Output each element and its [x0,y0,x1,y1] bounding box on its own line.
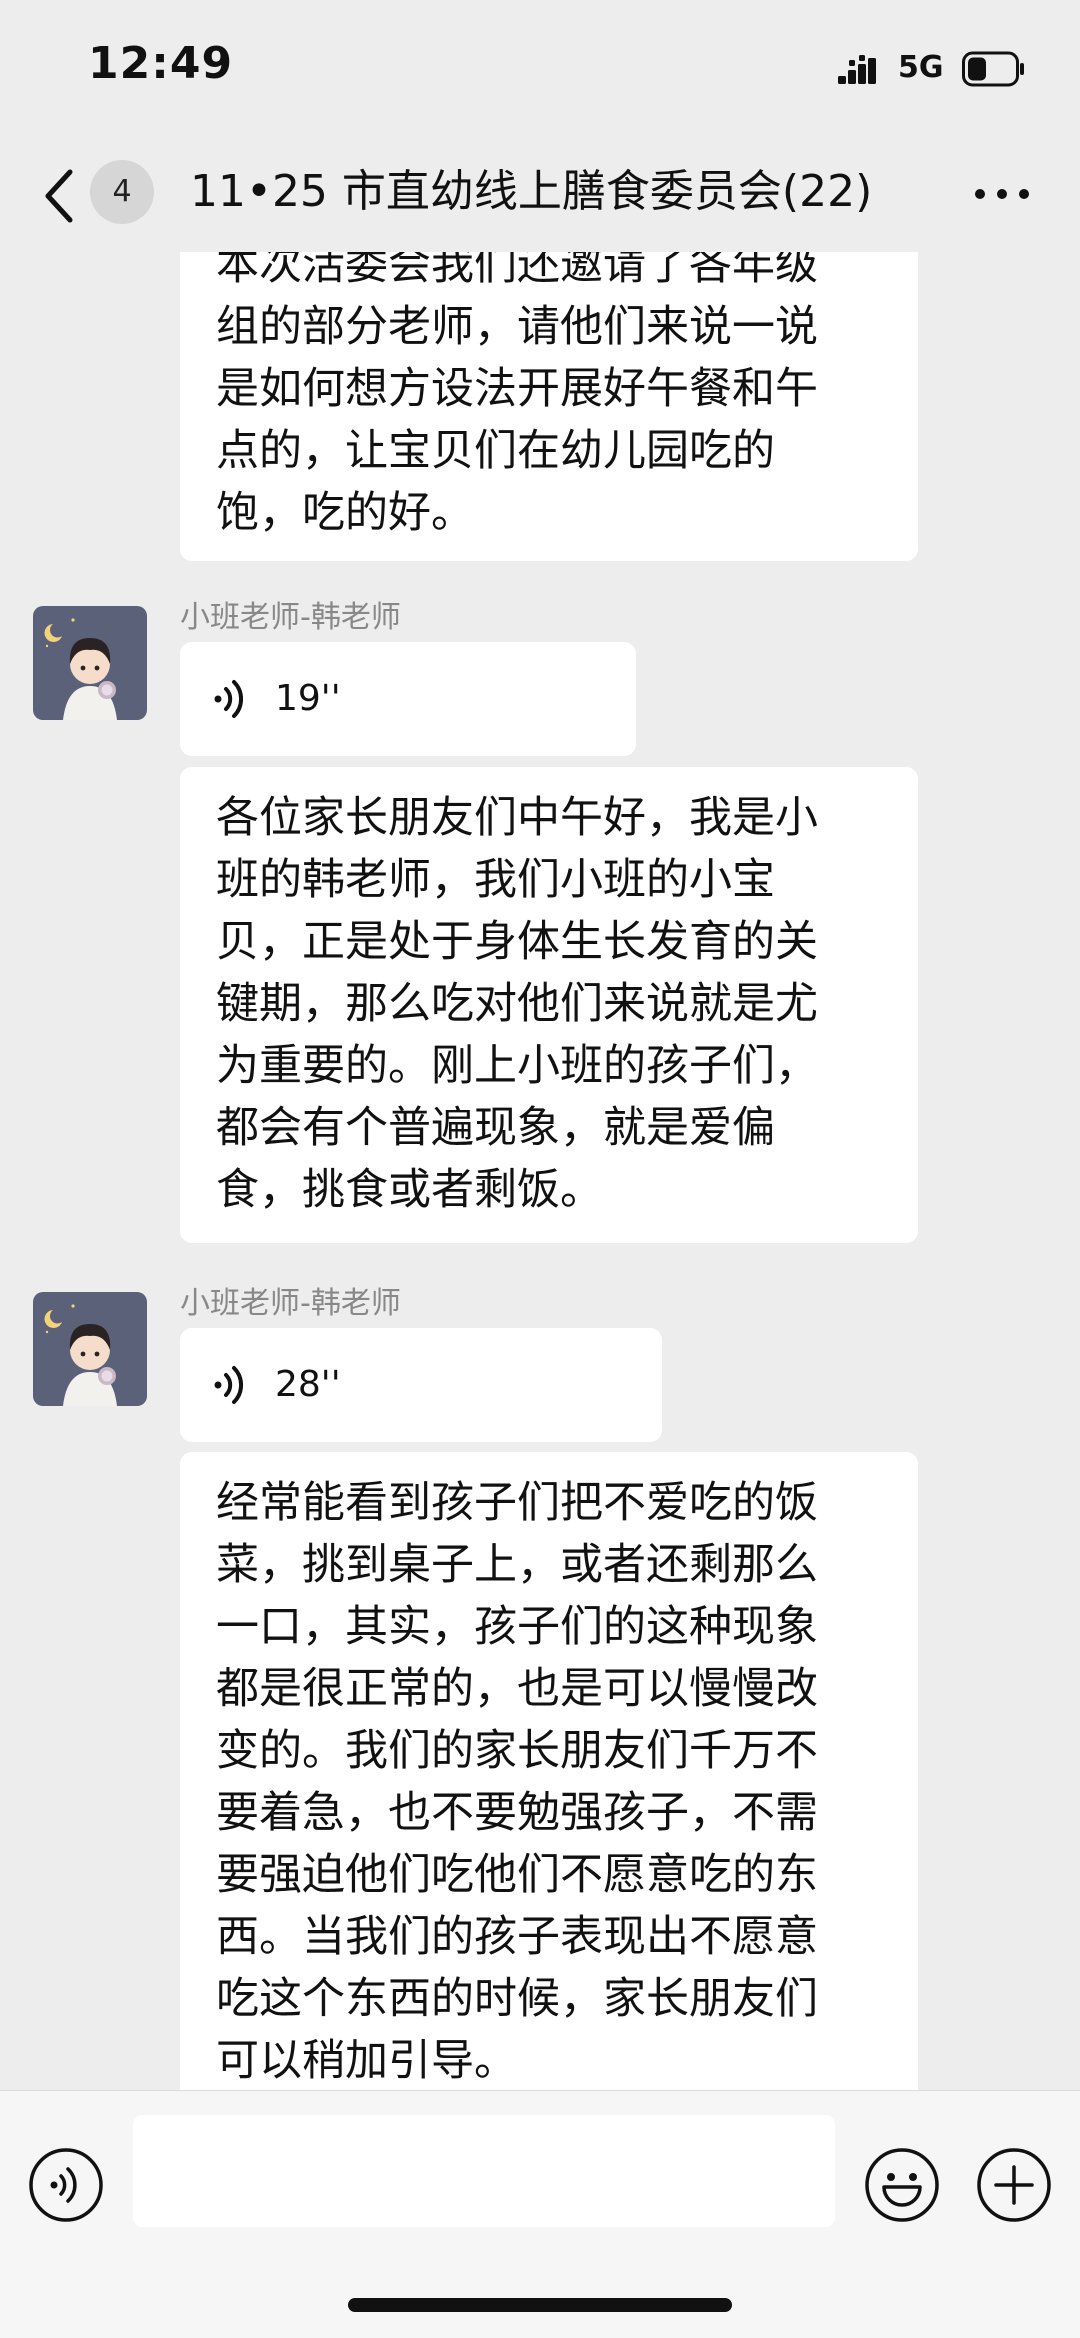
message-text-line: 要着急，也不要勉强孩子，不需 [216,1788,818,1838]
chevron-left-icon[interactable] [40,164,80,228]
voice-duration: 19'' [275,678,341,719]
avatar[interactable] [33,606,147,720]
message-text-line: 都是很正常的，也是可以慢慢改 [216,1664,818,1714]
more-dots-icon[interactable] [970,174,1034,214]
message-text-line: 可以稍加引导。 [216,2036,517,2086]
unread-badge[interactable]: 4 [90,160,154,224]
voice-mode-icon[interactable] [28,2147,104,2223]
status-bar: 12:49 5G [0,0,1080,140]
text-message-bubble[interactable]: 经常能看到孩子们把不爱吃的饭 菜，挑到桌子上，或者还剩那么 一口，其实，孩子们的… [180,1452,918,2090]
message-text-line: 组的部分老师，请他们来说一说 [216,302,818,352]
message-text-line: 一口，其实，孩子们的这种现象 [216,1602,818,1652]
voice-message-bubble[interactable]: 19'' [180,642,636,756]
avatar[interactable] [33,1292,147,1406]
status-time: 12:49 [88,38,234,89]
message-input[interactable] [133,2115,835,2227]
message-text-line: 贝，正是处于身体生长发育的关 [216,917,818,967]
message-text-line: 吃这个东西的时候，家长朋友们 [216,1974,818,2024]
chat-area[interactable]: 本次活委会我们还邀请了各年级 组的部分老师，请他们来说一说 是如何想方设法开展好… [0,252,1080,2090]
emoji-icon[interactable] [864,2147,940,2223]
message-text-line: 本次活委会我们还邀请了各年级 [216,252,818,290]
message-text-line: 点的，让宝贝们在幼儿园吃的 [216,426,775,476]
nav-bar: 4 11•25 市直幼线上膳食委员会(22) [0,140,1080,252]
message-text-line: 西。当我们的孩子表现出不愿意 [216,1912,818,1962]
message-text-line: 都会有个普遍现象，就是爱偏 [216,1103,775,1153]
avatar-image [33,606,147,720]
text-message-bubble[interactable]: 本次活委会我们还邀请了各年级 组的部分老师，请他们来说一说 是如何想方设法开展好… [180,252,918,561]
voice-wave-icon [214,680,244,718]
message-text-line: 为重要的。刚上小班的孩子们， [216,1041,818,1091]
sender-name: 小班老师-韩老师 [180,600,401,635]
network-label: 5G [898,50,944,85]
plus-icon[interactable] [976,2147,1052,2223]
message-text-line: 要强迫他们吃他们不愿意吃的东 [216,1850,818,1900]
message-text-line: 经常能看到孩子们把不爱吃的饭 [216,1478,818,1528]
voice-message-bubble[interactable]: 28'' [180,1328,662,1442]
message-text-line: 班的韩老师，我们小班的小宝 [216,855,775,905]
home-indicator [348,2298,732,2312]
message-text-line: 食，挑食或者剩饭。 [216,1165,603,1215]
signal-icon [838,55,876,84]
message-text-line: 饱，吃的好。 [216,488,474,538]
message-text-line: 键期，那么吃对他们来说就是尤 [216,979,818,1029]
avatar-image [33,1292,147,1406]
sender-name: 小班老师-韩老师 [180,1286,401,1321]
text-message-bubble[interactable]: 各位家长朋友们中午好，我是小 班的韩老师，我们小班的小宝 贝，正是处于身体生长发… [180,767,918,1243]
voice-duration: 28'' [275,1364,341,1405]
message-text-line: 各位家长朋友们中午好，我是小 [216,793,818,843]
message-text-line: 变的。我们的家长朋友们千万不 [216,1726,818,1776]
voice-wave-icon [214,1366,244,1404]
battery-icon [962,51,1024,87]
chat-title: 11•25 市直幼线上膳食委员会(22) [190,166,873,217]
message-text-line: 菜，挑到桌子上，或者还剩那么 [216,1540,818,1590]
message-text-line: 是如何想方设法开展好午餐和午 [216,364,818,414]
